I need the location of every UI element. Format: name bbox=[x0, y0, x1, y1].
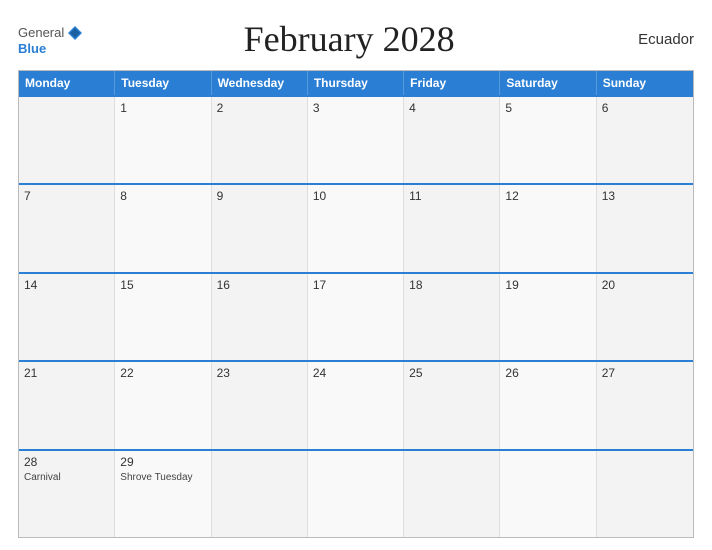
page: General Blue February 2028 Ecuador Monda… bbox=[0, 0, 712, 550]
cell-w5d2: 29 Shrove Tuesday bbox=[115, 451, 211, 537]
cell-w5d4 bbox=[308, 451, 404, 537]
cell-w4d2: 22 bbox=[115, 362, 211, 448]
header-friday: Friday bbox=[404, 71, 500, 95]
header-tuesday: Tuesday bbox=[115, 71, 211, 95]
cell-w4d7: 27 bbox=[597, 362, 693, 448]
header-sunday: Sunday bbox=[597, 71, 693, 95]
week-1: 1 2 3 4 5 6 bbox=[19, 95, 693, 183]
cell-w2d4: 10 bbox=[308, 185, 404, 271]
cell-w1d3: 2 bbox=[212, 97, 308, 183]
header: General Blue February 2028 Ecuador bbox=[18, 18, 694, 60]
cell-w3d7: 20 bbox=[597, 274, 693, 360]
cell-w5d6 bbox=[500, 451, 596, 537]
cell-w5d7 bbox=[597, 451, 693, 537]
cell-w5d3 bbox=[212, 451, 308, 537]
header-saturday: Saturday bbox=[500, 71, 596, 95]
logo: General Blue bbox=[18, 24, 84, 55]
cell-w1d5: 4 bbox=[404, 97, 500, 183]
cell-w2d5: 11 bbox=[404, 185, 500, 271]
cell-w3d3: 16 bbox=[212, 274, 308, 360]
cell-w3d5: 18 bbox=[404, 274, 500, 360]
cell-w3d2: 15 bbox=[115, 274, 211, 360]
week-5: 28 Carnival 29 Shrove Tuesday bbox=[19, 449, 693, 537]
week-3: 14 15 16 17 18 19 20 bbox=[19, 272, 693, 360]
header-thursday: Thursday bbox=[308, 71, 404, 95]
cell-w2d1: 7 bbox=[19, 185, 115, 271]
calendar: Monday Tuesday Wednesday Thursday Friday… bbox=[18, 70, 694, 538]
week-2: 7 8 9 10 11 12 13 bbox=[19, 183, 693, 271]
cell-w5d1: 28 Carnival bbox=[19, 451, 115, 537]
event-carnival: Carnival bbox=[24, 471, 109, 484]
calendar-body: 1 2 3 4 5 6 7 8 9 10 11 12 13 14 15 16 bbox=[19, 95, 693, 537]
calendar-title: February 2028 bbox=[84, 18, 614, 60]
cell-w3d1: 14 bbox=[19, 274, 115, 360]
event-shrove-tuesday: Shrove Tuesday bbox=[120, 471, 205, 484]
cell-w1d1 bbox=[19, 97, 115, 183]
cell-w5d5 bbox=[404, 451, 500, 537]
cell-w2d7: 13 bbox=[597, 185, 693, 271]
cell-w4d4: 24 bbox=[308, 362, 404, 448]
cell-w2d3: 9 bbox=[212, 185, 308, 271]
week-4: 21 22 23 24 25 26 27 bbox=[19, 360, 693, 448]
cell-w3d6: 19 bbox=[500, 274, 596, 360]
cell-w1d4: 3 bbox=[308, 97, 404, 183]
country-label: Ecuador bbox=[614, 31, 694, 48]
cell-w4d5: 25 bbox=[404, 362, 500, 448]
cell-w2d2: 8 bbox=[115, 185, 211, 271]
cell-w4d3: 23 bbox=[212, 362, 308, 448]
cell-w4d1: 21 bbox=[19, 362, 115, 448]
logo-flag-icon bbox=[66, 24, 84, 42]
header-monday: Monday bbox=[19, 71, 115, 95]
cell-w2d6: 12 bbox=[500, 185, 596, 271]
logo-blue: Blue bbox=[18, 42, 46, 55]
header-wednesday: Wednesday bbox=[212, 71, 308, 95]
cell-w1d2: 1 bbox=[115, 97, 211, 183]
cell-w1d6: 5 bbox=[500, 97, 596, 183]
cell-w3d4: 17 bbox=[308, 274, 404, 360]
logo-general: General bbox=[18, 26, 64, 39]
calendar-header: Monday Tuesday Wednesday Thursday Friday… bbox=[19, 71, 693, 95]
cell-w1d7: 6 bbox=[597, 97, 693, 183]
cell-w4d6: 26 bbox=[500, 362, 596, 448]
